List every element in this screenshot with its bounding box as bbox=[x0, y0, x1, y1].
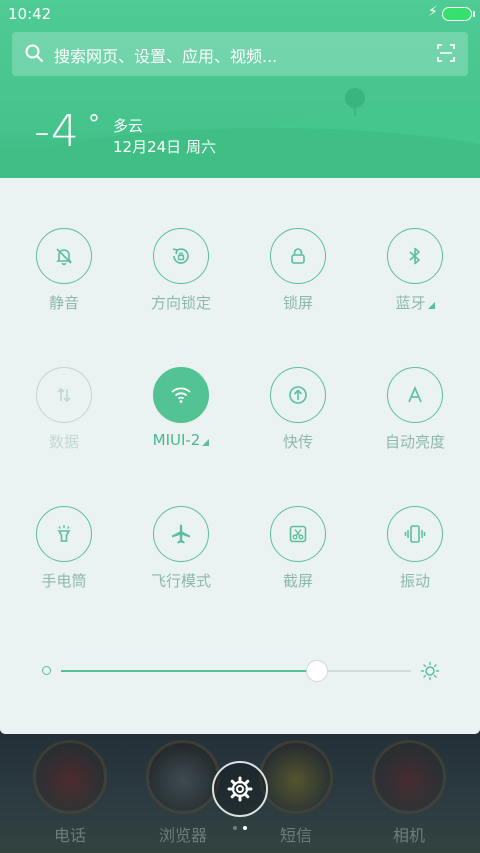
dock-app-label: 相机 bbox=[392, 826, 425, 845]
screenshot-icon bbox=[270, 506, 326, 562]
toggle-label: 飞行模式 bbox=[150, 572, 211, 590]
toggle-label: 锁屏 bbox=[282, 294, 313, 312]
phone-app-icon bbox=[33, 740, 107, 814]
weather-temperature[interactable]: -4 bbox=[34, 106, 80, 157]
toggle-screenshot[interactable]: 截屏 bbox=[248, 506, 348, 591]
toggle-bluetooth[interactable]: 蓝牙 bbox=[365, 228, 465, 313]
dock-app-label: 短信 bbox=[279, 826, 312, 845]
toggle-label: 数据 bbox=[48, 433, 79, 451]
more-indicator-icon bbox=[427, 302, 435, 309]
dock-app-label: 电话 bbox=[53, 826, 86, 845]
more-indicator-icon bbox=[202, 439, 210, 446]
upload-icon bbox=[270, 367, 326, 423]
toggle-label: 静音 bbox=[48, 294, 79, 312]
toggle-silent[interactable]: 静音 bbox=[14, 228, 114, 313]
toggle-label: 振动 bbox=[399, 572, 430, 590]
search-bar[interactable]: 搜索网页、设置、应用、视频... bbox=[12, 32, 468, 76]
auto-brightness-icon bbox=[387, 367, 443, 423]
toggle-label: MIUI-2 bbox=[152, 431, 201, 449]
camera-app-icon bbox=[372, 740, 446, 814]
weather-condition: 多云 bbox=[113, 117, 144, 135]
gear-icon bbox=[227, 776, 253, 802]
toggle-airplane-mode[interactable]: 飞行模式 bbox=[131, 506, 231, 591]
lock-icon bbox=[270, 228, 326, 284]
toggle-label: 手电筒 bbox=[41, 572, 87, 590]
toggle-label: 蓝牙 bbox=[395, 294, 426, 312]
wifi-icon bbox=[153, 367, 209, 423]
brightness-slider-fill bbox=[61, 670, 317, 672]
dock-app-messages[interactable]: 短信 bbox=[256, 740, 336, 846]
status-bar: 10:42 ⚡ bbox=[0, 0, 480, 28]
toggle-auto-brightness[interactable]: 自动亮度 bbox=[365, 367, 465, 452]
toggle-label-row: 蓝牙 bbox=[365, 292, 465, 313]
toggle-quick-transfer[interactable]: 快传 bbox=[248, 367, 348, 452]
dock-app-camera[interactable]: 相机 bbox=[369, 740, 449, 846]
battery-icon bbox=[442, 7, 475, 21]
toggle-lock-screen[interactable]: 锁屏 bbox=[248, 228, 348, 313]
quick-settings-panel: 静音 方向锁定 锁屏 蓝牙 数据 MIUI-2 快传 自动亮度 手电筒 飞行模式… bbox=[0, 178, 480, 734]
degree-symbol: ° bbox=[88, 110, 100, 138]
status-time: 10:42 bbox=[8, 5, 52, 23]
weather-date: 12月24日 周六 bbox=[113, 138, 216, 156]
toggle-label: 方向锁定 bbox=[150, 294, 211, 312]
toggle-label-row: MIUI-2 bbox=[131, 431, 231, 449]
toggle-mobile-data[interactable]: 数据 bbox=[14, 367, 114, 452]
bell-off-icon bbox=[36, 228, 92, 284]
flashlight-icon bbox=[36, 506, 92, 562]
toggle-wifi[interactable]: MIUI-2 bbox=[131, 367, 231, 449]
search-placeholder: 搜索网页、设置、应用、视频... bbox=[54, 47, 278, 66]
toggle-rotation-lock[interactable]: 方向锁定 bbox=[131, 228, 231, 313]
scan-icon[interactable] bbox=[436, 43, 456, 63]
brightness-low-icon bbox=[42, 666, 51, 675]
settings-button[interactable] bbox=[212, 761, 268, 817]
rotation-lock-icon bbox=[153, 228, 209, 284]
search-icon bbox=[25, 44, 43, 62]
dock-app-phone[interactable]: 电话 bbox=[30, 740, 110, 846]
messages-app-icon bbox=[259, 740, 333, 814]
dock-app-browser[interactable]: 浏览器 bbox=[143, 740, 223, 846]
page-dot bbox=[233, 826, 237, 830]
notification-header: 10:42 ⚡ 搜索网页、设置、应用、视频... -4 ° 多云 12月24日 … bbox=[0, 0, 480, 178]
data-icon bbox=[36, 367, 92, 423]
toggle-vibrate[interactable]: 振动 bbox=[365, 506, 465, 591]
charging-icon: ⚡ bbox=[428, 4, 438, 20]
toggle-label: 截屏 bbox=[282, 572, 313, 590]
page-dot-active bbox=[243, 826, 247, 830]
toggle-flashlight[interactable]: 手电筒 bbox=[14, 506, 114, 591]
brightness-slider-thumb[interactable] bbox=[305, 660, 328, 682]
tree-decoration bbox=[354, 104, 356, 116]
airplane-icon bbox=[153, 506, 209, 562]
page-indicator bbox=[233, 826, 253, 832]
bluetooth-icon bbox=[387, 228, 443, 284]
brightness-high-icon bbox=[420, 661, 440, 681]
dock-app-label: 浏览器 bbox=[158, 826, 207, 845]
toggle-label: 自动亮度 bbox=[384, 433, 445, 451]
vibrate-icon bbox=[387, 506, 443, 562]
toggle-label: 快传 bbox=[282, 433, 313, 451]
browser-app-icon bbox=[146, 740, 220, 814]
